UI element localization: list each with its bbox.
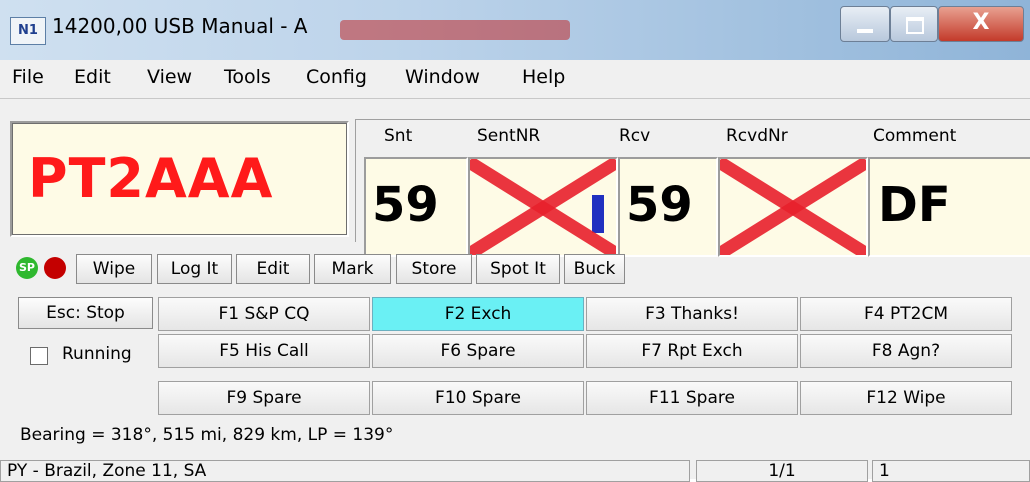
menu-view[interactable]: View <box>147 66 192 88</box>
close-button[interactable]: X <box>938 6 1024 42</box>
snt-field[interactable]: 59 <box>364 157 468 257</box>
rcvdnr-field[interactable] <box>718 157 868 257</box>
exchange-group: Snt SentNR Rcv RcvdNr Comment 59 59 DF <box>355 119 1030 257</box>
label-comment: Comment <box>873 126 957 146</box>
f3-button[interactable]: F3 Thanks! <box>586 297 798 331</box>
comment-value: DF <box>878 177 951 233</box>
maximize-button[interactable] <box>890 6 938 42</box>
f1-button[interactable]: F1 S&P CQ <box>158 297 370 331</box>
running-checkbox[interactable] <box>30 347 48 365</box>
menu-help[interactable]: Help <box>522 66 565 88</box>
main-panel: PT2AAA Snt SentNR Rcv RcvdNr Comment 59 … <box>0 99 1030 482</box>
label-sentnr: SentNR <box>477 126 541 146</box>
callsign-field[interactable]: PT2AAA <box>10 121 349 237</box>
window-title: 14200,00 USB Manual - A <box>52 14 308 38</box>
red-x-mark <box>720 159 866 255</box>
buck-button[interactable]: Buck <box>564 254 625 284</box>
f4-button[interactable]: F4 PT2CM <box>800 297 1012 331</box>
callsign-value: PT2AAA <box>28 147 274 210</box>
record-indicator-icon[interactable] <box>44 257 66 279</box>
red-x-mark <box>470 159 616 255</box>
redacted-title-region <box>340 20 570 40</box>
menu-edit[interactable]: Edit <box>74 66 111 88</box>
log-it-button[interactable]: Log It <box>157 254 232 284</box>
menu-window[interactable]: Window <box>405 66 480 88</box>
menu-tools[interactable]: Tools <box>224 66 271 88</box>
f8-button[interactable]: F8 Agn? <box>800 334 1012 368</box>
f11-button[interactable]: F11 Spare <box>586 381 798 415</box>
store-button[interactable]: Store <box>396 254 472 284</box>
label-rcvdnr: RcvdNr <box>726 126 788 146</box>
spot-it-button[interactable]: Spot It <box>476 254 560 284</box>
rcv-value: 59 <box>626 177 693 233</box>
running-label: Running <box>62 344 132 364</box>
menu-file[interactable]: File <box>12 66 44 88</box>
label-snt: Snt <box>384 126 413 146</box>
menu-bar: File Edit View Tools Config Window Help <box>0 60 1030 99</box>
minimize-button[interactable] <box>840 6 890 42</box>
app-icon: N1 <box>10 17 46 45</box>
wipe-button[interactable]: Wipe <box>76 254 152 284</box>
bearing-info: Bearing = 318°, 515 mi, 829 km, LP = 139… <box>20 425 394 445</box>
label-rcv: Rcv <box>619 126 651 146</box>
f7-button[interactable]: F7 Rpt Exch <box>586 334 798 368</box>
mark-button[interactable]: Mark <box>314 254 391 284</box>
esc-stop-button[interactable]: Esc: Stop <box>18 297 153 329</box>
f10-button[interactable]: F10 Spare <box>372 381 584 415</box>
sp-indicator-icon[interactable]: SP <box>16 257 38 279</box>
comment-field[interactable]: DF <box>868 157 1030 257</box>
f5-button[interactable]: F5 His Call <box>158 334 370 368</box>
f2-button[interactable]: F2 Exch <box>372 297 584 331</box>
rcv-field[interactable]: 59 <box>618 157 718 257</box>
sentnr-field[interactable] <box>468 157 618 257</box>
f6-button[interactable]: F6 Spare <box>372 334 584 368</box>
snt-value: 59 <box>372 177 439 233</box>
menu-config[interactable]: Config <box>306 66 367 88</box>
edit-button[interactable]: Edit <box>236 254 310 284</box>
f9-button[interactable]: F9 Spare <box>158 381 370 415</box>
f12-button[interactable]: F12 Wipe <box>800 381 1012 415</box>
title-bar: N1 14200,00 USB Manual - A X <box>0 0 1030 60</box>
